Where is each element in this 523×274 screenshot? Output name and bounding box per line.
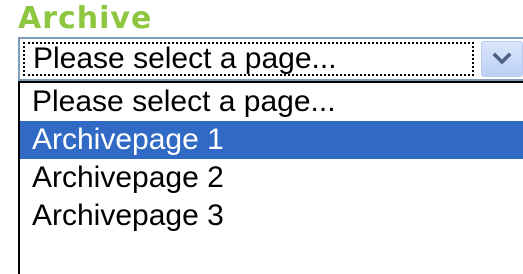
page-select[interactable]: Please select a page... [18,37,523,81]
select-current-value[interactable]: Please select a page... [23,42,474,76]
list-option-placeholder[interactable]: Please select a page... [20,83,523,121]
archive-heading: Archive [18,1,153,36]
dropdown-button[interactable] [481,41,523,77]
list-option-archivepage-2[interactable]: Archivepage 2 [20,159,523,197]
list-option-archivepage-3[interactable]: Archivepage 3 [20,197,523,235]
dropdown-list: Please select a page... Archivepage 1 Ar… [18,81,523,274]
list-option-archivepage-1[interactable]: Archivepage 1 [20,121,523,159]
chevron-down-icon [492,52,512,65]
